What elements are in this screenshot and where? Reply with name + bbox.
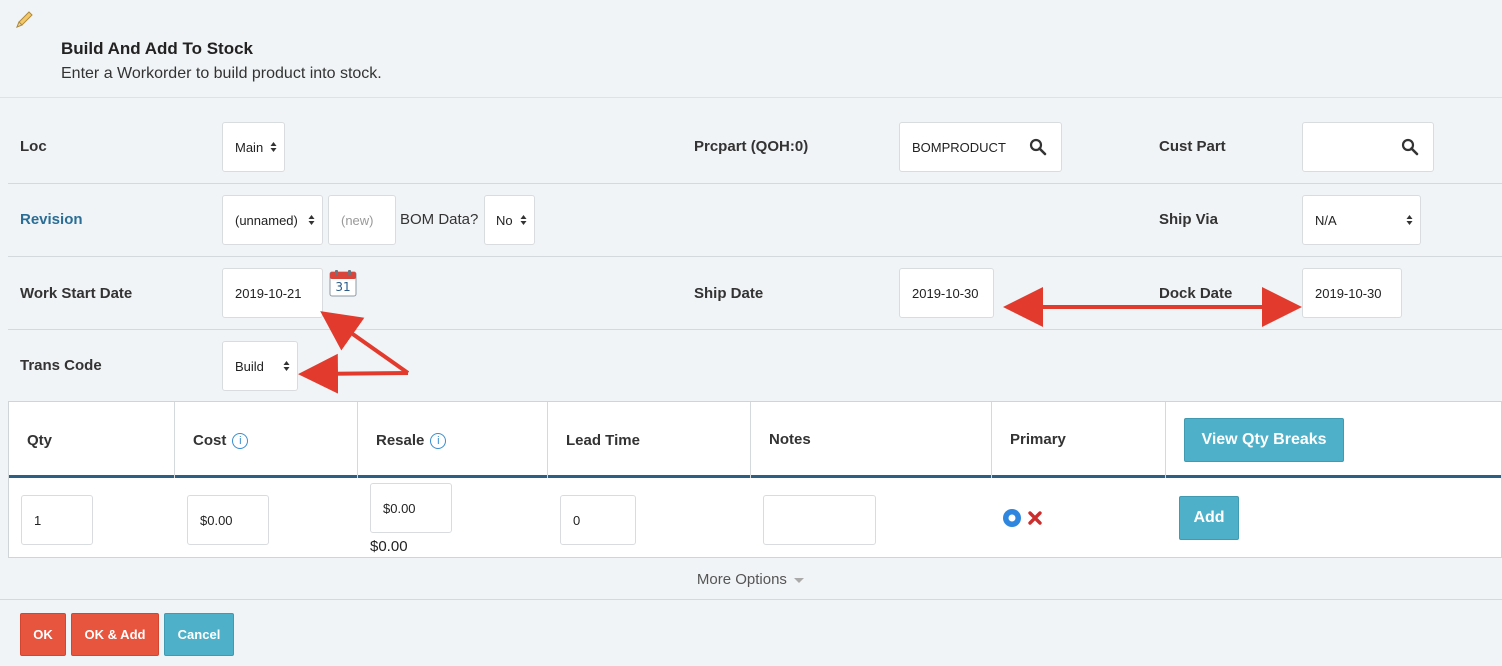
revision-value: (unnamed): [235, 212, 298, 228]
cost-input[interactable]: $0.00: [187, 495, 269, 545]
ship-via-select[interactable]: N/A: [1302, 195, 1421, 245]
prcpart-value: BOMPRODUCT: [912, 139, 1006, 155]
ship-via-value: N/A: [1315, 212, 1337, 228]
info-icon[interactable]: i: [430, 433, 447, 450]
loc-value: Main: [235, 139, 264, 155]
cust-part-label: Cust Part: [1159, 138, 1226, 155]
page-header: Build And Add To Stock Enter a Workorder…: [0, 0, 1502, 98]
lead-time-value: 0: [573, 512, 581, 528]
grid-header: Qty Cost i Resale i Lead Time Notes Primar…: [9, 402, 1501, 478]
caret-down-icon: [794, 578, 805, 584]
ok-button[interactable]: OK: [20, 613, 66, 656]
cancel-button[interactable]: Cancel: [164, 613, 234, 656]
row-loc: Loc Main Prcpart (QOH:0) BOMPRODUCT Cust…: [8, 98, 1502, 184]
loc-select[interactable]: Main: [222, 122, 285, 172]
new-revision-placeholder: (new): [341, 212, 374, 228]
resale-value: $0.00: [383, 500, 416, 516]
page-subtitle: Enter a Workorder to build product into …: [61, 65, 382, 82]
prcpart-field[interactable]: BOMPRODUCT: [899, 122, 1062, 172]
radio-selected-icon[interactable]: [1002, 508, 1022, 528]
cost-value: $0.00: [200, 512, 233, 528]
ship-date-value: 2019-10-30: [912, 285, 979, 301]
spinner-icon: [283, 361, 290, 371]
more-options-link[interactable]: More Options: [0, 560, 1502, 600]
resale-input[interactable]: $0.00: [370, 483, 452, 533]
search-icon[interactable]: [1029, 138, 1047, 156]
row-trans-code: Trans Code Build: [8, 330, 1502, 401]
remove-icon[interactable]: [1027, 510, 1043, 526]
prcpart-label: Prcpart (QOH:0): [694, 138, 809, 155]
cust-part-field[interactable]: [1302, 122, 1434, 172]
column-divider: [1165, 402, 1166, 478]
loc-label: Loc: [20, 138, 47, 155]
column-divider: [750, 402, 751, 478]
ship-via-label: Ship Via: [1159, 211, 1218, 228]
trans-code-label: Trans Code: [20, 357, 102, 374]
page-title: Build And Add To Stock: [61, 39, 254, 58]
column-header-resale: Resale i: [376, 432, 447, 450]
column-header-lead-time: Lead Time: [566, 432, 640, 449]
qty-input[interactable]: 1: [21, 495, 93, 545]
dock-date-label: Dock Date: [1159, 285, 1233, 302]
resale-computed: $0.00: [370, 538, 408, 555]
add-price-button[interactable]: Add: [1179, 496, 1239, 540]
column-divider: [547, 402, 548, 478]
column-header-cost: Cost i: [193, 432, 249, 450]
bom-data-label: BOM Data?: [400, 211, 479, 228]
revision-select[interactable]: (unnamed): [222, 195, 323, 245]
dock-date-field[interactable]: 2019-10-30: [1302, 268, 1402, 318]
column-divider: [174, 402, 175, 478]
search-icon[interactable]: [1401, 138, 1419, 156]
new-revision-field[interactable]: (new): [328, 195, 396, 245]
column-header-qty: Qty: [27, 432, 53, 449]
trans-code-select[interactable]: Build: [222, 341, 298, 391]
ok-and-add-button[interactable]: OK & Add: [71, 613, 159, 656]
ship-date-field[interactable]: 2019-10-30: [899, 268, 994, 318]
resale-header-label: Resale: [376, 432, 425, 449]
pencil-icon[interactable]: [14, 10, 34, 30]
qty-value: 1: [34, 512, 42, 528]
lead-time-input[interactable]: 0: [560, 495, 636, 545]
info-icon[interactable]: i: [232, 433, 249, 450]
column-divider: [357, 402, 358, 478]
work-start-date-field[interactable]: 2019-10-21: [222, 268, 323, 318]
dock-date-value: 2019-10-30: [1315, 285, 1382, 301]
notes-input[interactable]: [763, 495, 876, 545]
spinner-icon: [308, 215, 315, 225]
spinner-icon: [1406, 215, 1413, 225]
revision-link[interactable]: Revision: [20, 211, 83, 228]
work-start-date-value: 2019-10-21: [235, 285, 302, 301]
calendar-icon[interactable]: 31: [329, 269, 357, 297]
row-dates: Work Start Date 2019-10-21 Ship Date 201…: [8, 257, 1502, 330]
ship-date-label: Ship Date: [694, 285, 764, 302]
column-divider: [991, 402, 992, 478]
view-qty-breaks-button[interactable]: View Qty Breaks: [1184, 418, 1344, 462]
bom-data-select[interactable]: No: [484, 195, 535, 245]
row-revision: Revision (unnamed) (new) BOM Data? No Sh…: [8, 184, 1502, 257]
calendar-day: 31: [335, 280, 351, 294]
work-start-date-label: Work Start Date: [20, 285, 133, 302]
spinner-icon: [270, 142, 277, 152]
more-options-label: More Options: [696, 571, 787, 588]
column-header-notes: Notes: [769, 431, 811, 448]
cost-header-label: Cost: [193, 432, 227, 449]
column-header-primary: Primary: [1010, 431, 1066, 448]
price-grid: Qty Cost i Resale i Lead Time Notes Primar…: [8, 401, 1502, 558]
trans-code-value: Build: [235, 358, 264, 374]
spinner-icon: [520, 215, 527, 225]
bom-data-value: No: [496, 212, 513, 228]
